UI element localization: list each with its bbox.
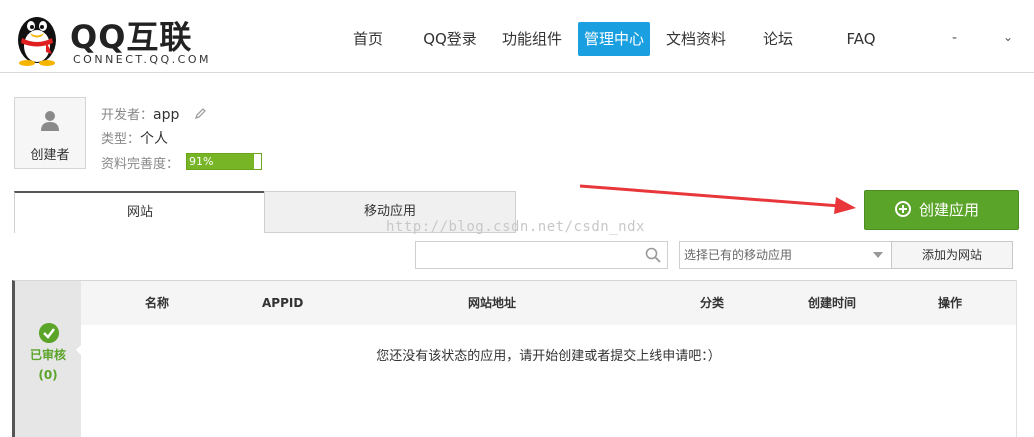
status-filter-approved[interactable]: 已审核 (0) xyxy=(12,280,81,437)
logo-subtitle: CONNECT.QQ.COM xyxy=(73,53,211,66)
avatar-label: 创建者 xyxy=(30,148,70,163)
status-label: 已审核 xyxy=(29,348,66,362)
nav-components[interactable]: 功能组件 xyxy=(496,22,568,56)
empty-state-message: 您还没有该状态的应用，请开始创建或者提交上线申请吧：） xyxy=(376,349,721,364)
check-circle-icon xyxy=(39,323,59,343)
column-header-name: 名称 xyxy=(145,296,170,310)
column-header-created-time: 创建时间 xyxy=(808,296,857,310)
developer-label: 开发者： xyxy=(101,108,154,123)
tab-website[interactable]: 网站 xyxy=(14,191,266,233)
nav-home[interactable]: 首页 xyxy=(346,22,390,56)
logo-title[interactable]: QQ互联 xyxy=(70,12,192,58)
developer-row: 开发者：app xyxy=(101,104,206,123)
completeness-percent: 91% xyxy=(189,155,214,168)
type-label: 类型： xyxy=(101,132,141,147)
create-app-button[interactable]: 创建应用 xyxy=(864,190,1019,230)
column-header-website-url: 网站地址 xyxy=(468,296,517,310)
type-value: 个人 xyxy=(140,131,169,147)
search-icon[interactable] xyxy=(645,247,661,263)
table-header: 名称 APPID 网站地址 分类 创建时间 操作 xyxy=(81,280,1017,325)
developer-value: app xyxy=(153,107,180,123)
add-as-website-button[interactable]: 添加为网站 xyxy=(891,241,1013,269)
status-count: (0) xyxy=(38,368,58,382)
nav-qq-login[interactable]: QQ登录 xyxy=(416,22,484,56)
pencil-edit-icon[interactable] xyxy=(194,108,206,120)
red-annotation-arrow-icon xyxy=(579,184,856,214)
dropdown-arrow-icon[interactable] xyxy=(873,252,883,258)
column-header-category: 分类 xyxy=(700,296,725,310)
avatar[interactable]: 创建者 xyxy=(14,97,86,169)
completeness-progress-bar: 91% xyxy=(186,153,262,170)
mobile-app-select[interactable]: 选择已有的移动应用 xyxy=(679,241,892,269)
user-menu[interactable]: - xyxy=(952,30,957,46)
column-header-actions: 操作 xyxy=(938,296,963,310)
chevron-down-icon[interactable]: ⌄ xyxy=(1003,30,1013,44)
table-body: 您还没有该状态的应用，请开始创建或者提交上线申请吧：） xyxy=(81,325,1017,437)
nav-faq[interactable]: FAQ xyxy=(836,22,886,56)
mobile-app-select-placeholder: 选择已有的移动应用 xyxy=(684,248,793,262)
top-header: QQ互联 CONNECT.QQ.COM 首页 QQ登录 功能组件 管理中心 文档… xyxy=(0,0,1034,73)
plus-circle-icon xyxy=(895,201,911,217)
completeness-label: 资料完善度： xyxy=(101,157,180,172)
qq-penguin-logo-icon[interactable] xyxy=(12,10,62,66)
create-app-label: 创建应用 xyxy=(919,201,980,219)
type-row: 类型：个人 xyxy=(101,128,168,148)
search-input[interactable] xyxy=(415,241,668,269)
watermark-text: http://blog.csdn.net/csdn_ndx xyxy=(386,219,645,235)
column-header-appid: APPID xyxy=(262,296,304,310)
nav-forum[interactable]: 论坛 xyxy=(754,22,802,56)
nav-management-center[interactable]: 管理中心 xyxy=(578,22,650,56)
nav-documents[interactable]: 文档资料 xyxy=(660,22,732,56)
user-silhouette-icon xyxy=(41,111,59,131)
